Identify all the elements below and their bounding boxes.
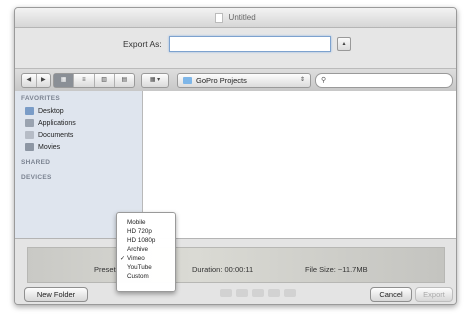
control-icon [252, 289, 264, 297]
playback-controls [220, 289, 310, 299]
control-icon [220, 289, 232, 297]
browser-toolbar: ◀ ▶ ▦ ≡ ▥ ▤ ▦ ▾ GoPro Projects ⇕ ⚲ [15, 68, 456, 92]
file-browser-pane[interactable] [143, 91, 456, 238]
title-bar: Untitled [15, 8, 456, 28]
documents-icon [25, 131, 34, 139]
checkmark-icon: ✓ [120, 256, 126, 262]
location-popup[interactable]: GoPro Projects ⇕ [177, 73, 311, 88]
expand-dialog-button[interactable]: ▴ [337, 37, 351, 51]
shared-header: SHARED [21, 159, 51, 166]
document-icon [215, 12, 224, 23]
preset-option-hd-720p[interactable]: HD 720p [127, 228, 152, 236]
export-as-row: Export As: ▴ [15, 35, 456, 53]
applications-icon [25, 119, 34, 127]
back-button[interactable]: ◀ [22, 74, 37, 87]
folder-icon [183, 77, 192, 84]
search-field[interactable]: ⚲ [315, 73, 453, 88]
control-icon [284, 289, 296, 297]
preset-option-archive[interactable]: Archive [127, 246, 148, 254]
export-dialog: Untitled Export As: ▴ ◀ ▶ ▦ ≡ ▥ ▤ ▦ ▾ Go… [14, 7, 457, 305]
location-name: GoPro Projects [196, 76, 247, 85]
forward-button[interactable]: ▶ [37, 74, 51, 87]
sidebar-item-desktop[interactable]: Desktop [25, 106, 64, 116]
cancel-button[interactable]: Cancel [370, 287, 412, 302]
sidebar-item-movies[interactable]: Movies [25, 142, 60, 152]
view-mode-control: ▦ ≡ ▥ ▤ [53, 73, 135, 88]
sidebar-item-documents[interactable]: Documents [25, 130, 73, 140]
preset-option-mobile[interactable]: Mobile [127, 219, 146, 227]
column-view-button[interactable]: ▥ [95, 74, 115, 87]
arrange-button[interactable]: ▦ ▾ [142, 74, 168, 87]
sidebar-item-label: Movies [38, 143, 61, 151]
sidebar-item-applications[interactable]: Applications [25, 118, 76, 128]
icon-view-button[interactable]: ▦ [54, 74, 75, 87]
list-view-button[interactable]: ≡ [74, 74, 95, 87]
control-icon [268, 289, 280, 297]
control-icon [236, 289, 248, 297]
preset-option-label: Vimeo [127, 255, 145, 262]
back-forward-control: ◀ ▶ [21, 73, 51, 88]
preset-option-vimeo[interactable]: ✓ Vimeo [120, 255, 145, 263]
preset-option-hd-1080p[interactable]: HD 1080p [127, 237, 155, 245]
sidebar-item-label: Desktop [38, 107, 64, 115]
export-as-label: Export As: [123, 39, 162, 49]
new-folder-button[interactable]: New Folder [24, 287, 88, 302]
preset-option-custom[interactable]: Custom [127, 273, 149, 281]
sidebar-item-label: Documents [38, 131, 74, 139]
export-options-panel: Preset Duration: 00:00:11 File Size: ~11… [15, 238, 456, 304]
preset-dropdown-menu: Mobile HD 720p HD 1080p Archive ✓ Vimeo … [116, 212, 176, 292]
export-button[interactable]: Export [415, 287, 453, 302]
file-size-text: File Size: ~11.7MB [305, 265, 368, 274]
preset-label: Preset [94, 265, 116, 274]
arrange-control: ▦ ▾ [141, 73, 169, 88]
favorites-header: FAVORITES [21, 95, 61, 102]
popup-arrows-icon: ⇕ [299, 77, 305, 83]
duration-text: Duration: 00:00:11 [192, 265, 254, 274]
coverflow-view-button[interactable]: ▤ [115, 74, 134, 87]
export-as-field[interactable] [169, 36, 331, 52]
movies-icon [25, 143, 34, 151]
window-title: Untitled [228, 13, 256, 22]
desktop-icon [25, 107, 34, 115]
devices-header: DEVICES [21, 174, 52, 181]
preset-option-youtube[interactable]: YouTube [127, 264, 152, 272]
sidebar-item-label: Applications [38, 119, 76, 127]
search-icon: ⚲ [321, 77, 327, 84]
